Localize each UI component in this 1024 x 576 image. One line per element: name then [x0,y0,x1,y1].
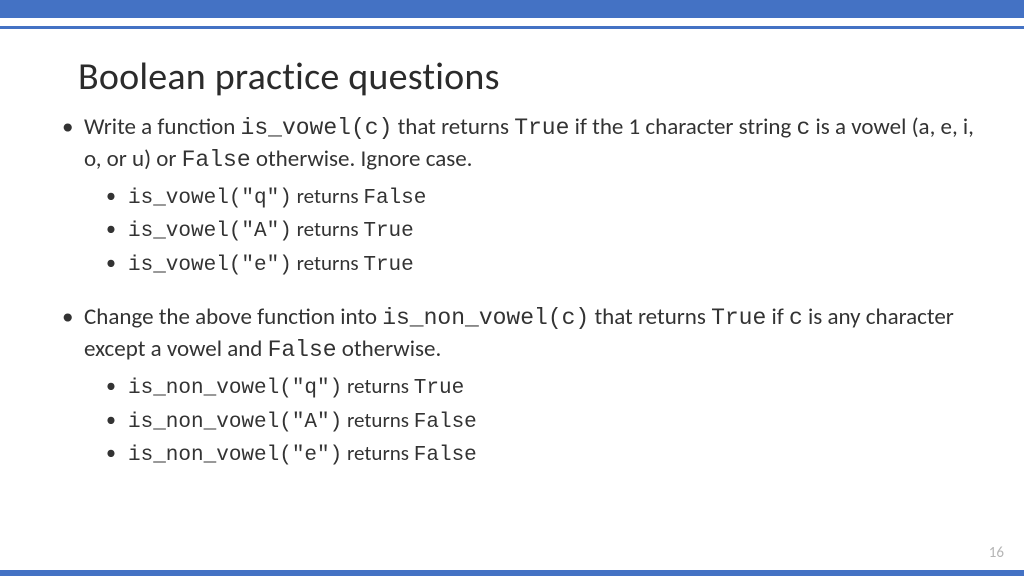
s2b-c: is_non_vowel("A") [128,411,342,434]
b1-code2: True [514,115,569,141]
sub-2a: is_non_vowel("q") returns True [104,372,974,403]
s1a-t: returns [297,183,364,209]
s2b-r: False [414,411,477,434]
bullet-1: Write a function is_vowel(c) that return… [60,112,974,280]
b1-t3: if the 1 character string [575,113,797,141]
b2-code2: True [711,305,766,331]
bullet-2: Change the above function into is_non_vo… [60,302,974,470]
b1-code4: False [182,147,251,173]
s2b-t: returns [347,407,414,433]
b2-code4: False [268,337,337,363]
b2-t2: that returns [594,303,711,331]
s2c-t: returns [347,440,414,466]
top-bar-accent [0,26,1024,29]
s2a-r: True [414,377,464,400]
b1-code3: c [797,115,811,141]
page-number: 16 [989,544,1004,562]
b2-t1: Change the above function into [84,303,382,331]
slide-title: Boolean practice questions [78,54,500,100]
b1-code1: is_vowel(c) [241,115,393,141]
sub-1b: is_vowel("A") returns True [104,215,974,246]
s1a-c: is_vowel("q") [128,187,292,210]
s1c-t: returns [297,250,364,276]
b1-t2: that returns [398,113,515,141]
s2a-t: returns [347,373,414,399]
sub-1c: is_vowel("e") returns True [104,249,974,280]
s1b-c: is_vowel("A") [128,220,292,243]
bottom-bar [0,570,1024,576]
b2-t3: if [772,303,790,331]
s2c-r: False [414,444,477,467]
b2-code3: c [789,305,803,331]
s1c-c: is_vowel("e") [128,254,292,277]
sub-2b: is_non_vowel("A") returns False [104,406,974,437]
s2a-c: is_non_vowel("q") [128,377,342,400]
s1b-r: True [363,220,413,243]
b2-code1: is_non_vowel(c) [382,305,589,331]
b2-t5: otherwise. [342,335,441,363]
sub-2c: is_non_vowel("e") returns False [104,439,974,470]
s2c-c: is_non_vowel("e") [128,444,342,467]
s1b-t: returns [297,216,364,242]
slide-content: Write a function is_vowel(c) that return… [60,112,974,493]
b1-t5: otherwise. Ignore case. [256,145,473,173]
s1c-r: True [363,254,413,277]
top-bar [0,0,1024,18]
sub-1a: is_vowel("q") returns False [104,182,974,213]
s1a-r: False [363,187,426,210]
b1-t1: Write a function [84,113,241,141]
